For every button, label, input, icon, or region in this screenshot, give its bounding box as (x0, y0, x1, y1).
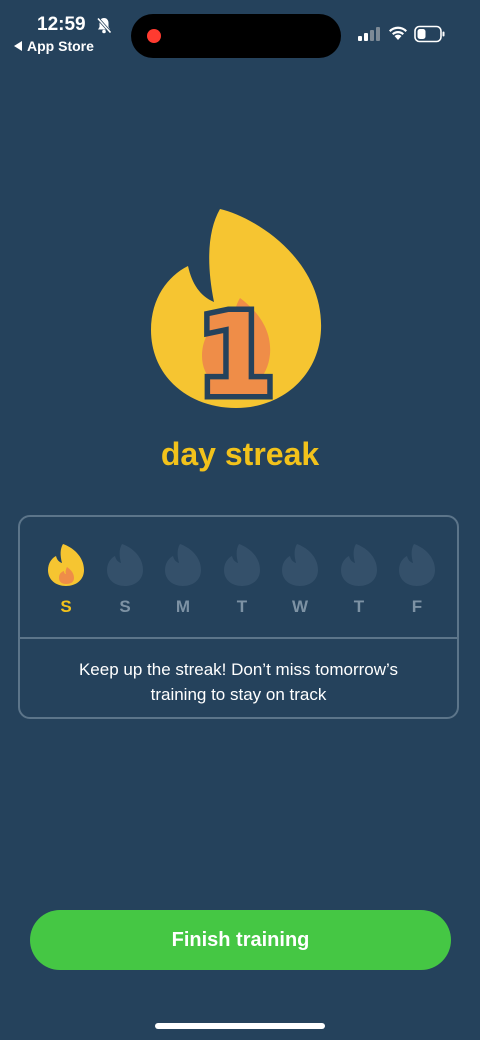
back-arrow-icon (14, 41, 22, 51)
inactive-flame-icon (399, 544, 435, 586)
finish-training-button[interactable]: Finish training (30, 910, 451, 970)
day-label: S (60, 597, 72, 616)
day-label: T (236, 597, 248, 616)
inactive-flame-icon (107, 544, 143, 586)
streak-screen: 12:59 App Store 1 day streak S S M T W T… (0, 0, 480, 1040)
status-time: 12:59 (37, 14, 86, 35)
day-wednesday: W (280, 543, 320, 617)
streak-message: Keep up the streak! Don’t miss tomorrow’… (20, 657, 457, 707)
day-label: T (353, 597, 365, 616)
streak-count: 1 (197, 291, 275, 412)
home-indicator[interactable] (155, 1023, 325, 1029)
streak-message-line-2: training to stay on track (150, 685, 327, 704)
inactive-flame-icon (282, 544, 318, 586)
inactive-flame-icon (224, 544, 260, 586)
day-label: S (119, 597, 131, 616)
day-thursday: T (339, 543, 379, 617)
day-friday: F (397, 543, 437, 617)
bell-slash-icon (96, 17, 112, 34)
inactive-flame-icon (341, 544, 377, 586)
day-label: W (291, 597, 309, 616)
streak-label: day streak (160, 436, 320, 472)
week-streak-card: S S M T W T F Keep up the streak! Don’t … (18, 515, 459, 719)
active-flame-icon (48, 544, 84, 586)
day-label: M (175, 597, 191, 616)
inactive-flame-icon (165, 544, 201, 586)
day-sunday-1: S (46, 543, 86, 617)
battery-icon (414, 25, 445, 43)
day-label: F (411, 597, 423, 616)
streak-flame-icon: 1 (151, 209, 322, 412)
back-app-label: App Store (27, 38, 94, 54)
streak-message-line-1: Keep up the streak! Don’t miss tomorrow’… (78, 660, 399, 679)
recording-dot-icon (147, 29, 161, 43)
day-sunday-2: S (105, 543, 145, 617)
day-monday: M (163, 543, 203, 617)
back-to-app-store[interactable]: App Store (14, 38, 94, 54)
day-tuesday: T (222, 543, 262, 617)
wifi-icon (389, 26, 407, 40)
signal-icon (358, 27, 380, 41)
days-row: S S M T W T F (20, 543, 457, 627)
dynamic-island (131, 14, 341, 58)
card-divider (20, 637, 457, 639)
